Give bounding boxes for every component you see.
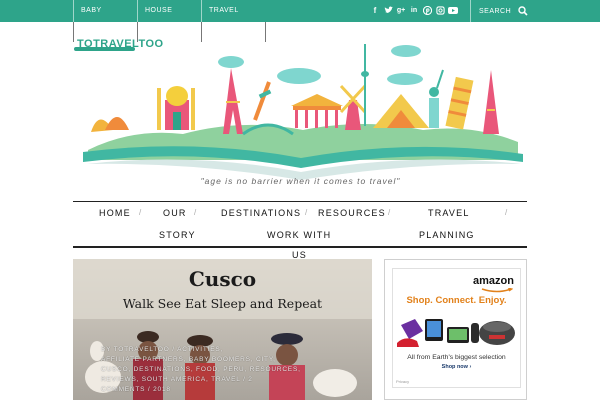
ad-slogan: Shop. Connect. Enjoy. [406, 295, 507, 306]
nav-separator: / [139, 208, 142, 217]
top-nav-travel[interactable]: TRAVEL [201, 0, 266, 42]
search-icon[interactable] [518, 6, 528, 16]
nav-home[interactable]: HOME [99, 208, 131, 218]
nav-our-story-line2[interactable]: STORY [159, 230, 196, 240]
site-logo[interactable]: TOTRAVELTOO [74, 38, 164, 51]
post-meta-line[interactable]: REVIEWS, SOUTH AMERICA, TRAVEL / 2 [101, 375, 341, 385]
post-meta-line[interactable]: COMMENTS / 2018 [101, 385, 341, 395]
nav-work-with-us[interactable]: WORK WITH [267, 230, 331, 240]
post-title[interactable]: Cusco [73, 267, 372, 291]
clouds [218, 45, 423, 85]
ad-caption: All from Earth's biggest selection [407, 354, 506, 361]
nav-separator: / [305, 208, 308, 217]
post-subtitle: Walk See Eat Sleep and Repeat [122, 296, 323, 311]
nav-separator: / [505, 208, 508, 217]
nav-travel-planning[interactable]: TRAVEL [428, 208, 470, 218]
top-nav-label: TRAVEL [209, 7, 239, 14]
social-links: f g+ in [370, 0, 458, 22]
instagram-icon[interactable] [435, 6, 445, 16]
linkedin-icon[interactable]: in [409, 6, 419, 16]
top-nav-baby[interactable]: BABY [73, 0, 137, 42]
amazon-smile-icon [481, 288, 513, 293]
site-tagline: "age is no barrier when it comes to trav… [200, 176, 401, 186]
top-nav-label: BABY [81, 7, 102, 14]
nav-separator: / [388, 208, 391, 217]
sidebar-ad: amazon Shop. Connect. Enjoy. All from Ea… [384, 259, 527, 400]
main-nav: HOME / OUR / DESTINATIONS / RESOURCES / … [73, 201, 527, 260]
top-nav-label: HOUSE [145, 7, 173, 14]
facebook-icon[interactable]: f [370, 6, 380, 16]
post-meta-line[interactable]: CUSCO, DESTINATIONS, FOOD, PERU, RESOURC… [101, 365, 341, 375]
featured-post[interactable]: Cusco Walk See Eat Sleep and Repeat BY T… [73, 259, 372, 400]
search-label: SEARCH [479, 7, 512, 15]
ad-products-image [397, 319, 515, 347]
post-meta-line[interactable]: BY TOTRAVELTOO / ACTIVITIES, [101, 345, 341, 355]
amazon-ad[interactable]: amazon Shop. Connect. Enjoy. All from Ea… [392, 268, 521, 388]
youtube-icon[interactable] [448, 6, 458, 16]
nav-destinations[interactable]: DESTINATIONS [221, 208, 301, 218]
amazon-logo: amazon [473, 275, 514, 287]
nav-travel-planning-line2[interactable]: PLANNING [419, 230, 475, 240]
post-meta-line[interactable]: AFFILIATE PARTNERS, BABY BOOMERS, CITY, [101, 355, 341, 365]
ad-privacy-link[interactable]: Privacy [396, 379, 409, 384]
top-nav-house[interactable]: HOUSE [137, 0, 201, 42]
twitter-icon[interactable] [383, 6, 393, 16]
landmarks-illustration [91, 44, 499, 136]
nav-separator: / [194, 208, 197, 217]
nav-resources[interactable]: RESOURCES [318, 208, 386, 218]
pinterest-icon[interactable] [422, 5, 432, 16]
header-banner: TOTRAVELTOO [74, 38, 523, 180]
top-nav: BABY HOUSE TRAVEL [73, 0, 266, 42]
search-box[interactable]: SEARCH [470, 0, 528, 22]
post-meta: BY TOTRAVELTOO / ACTIVITIES, AFFILIATE P… [101, 345, 341, 395]
google-plus-icon[interactable]: g+ [396, 6, 406, 16]
shop-now-link[interactable]: Shop now › [393, 364, 520, 370]
nav-our-story[interactable]: OUR [163, 208, 187, 218]
svg-text:TOTRAVELTOO: TOTRAVELTOO [77, 38, 164, 50]
